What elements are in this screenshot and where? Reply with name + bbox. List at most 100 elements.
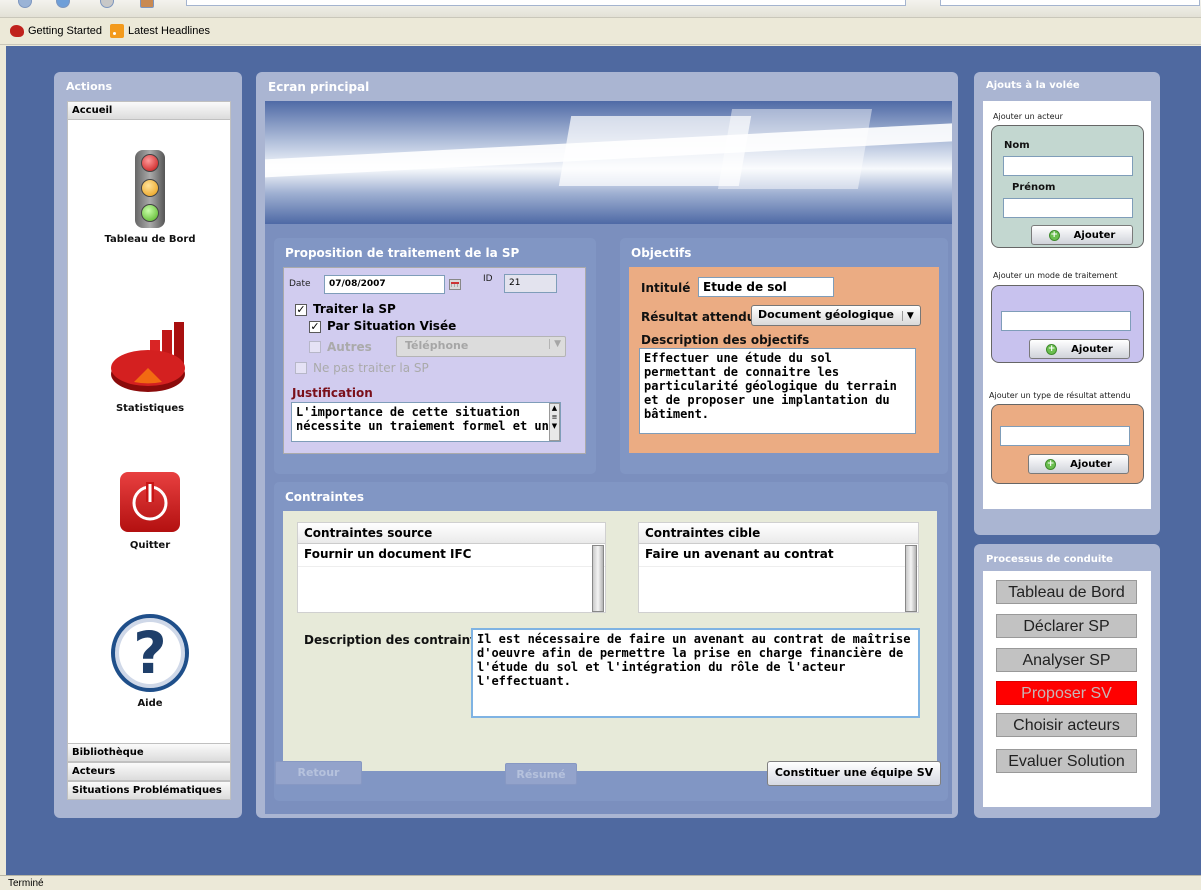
proposition-panel: Proposition de traitement de la SP Date … xyxy=(274,238,596,474)
traiter-checkbox[interactable]: ✓ xyxy=(295,304,307,316)
statistics-chart-icon xyxy=(110,322,190,397)
proposition-body: Date 07/08/2007 ID 21 ✓ Traiter la SP ✓ … xyxy=(283,267,586,454)
accordion-header-bibliotheque[interactable]: Bibliothèque xyxy=(67,743,231,762)
ajouter-label: Ajouter xyxy=(1070,458,1112,470)
ajouter-mode-button[interactable]: + Ajouter xyxy=(1029,339,1130,359)
accordion-header-situations[interactable]: Situations Problématiques xyxy=(67,781,231,800)
step-declarer-sp[interactable]: Déclarer SP xyxy=(996,614,1137,638)
description-contraintes-label: Description des contraintes xyxy=(304,633,492,647)
ne-pas-traiter-checkbox[interactable] xyxy=(295,362,307,374)
plus-icon: + xyxy=(1048,229,1060,241)
back-icon[interactable] xyxy=(18,0,32,8)
ajouter-type-label: Ajouter un type de résultat attendu xyxy=(989,391,1131,400)
help-question-icon: ? xyxy=(111,614,189,692)
ajouts-title: Ajouts à la volée xyxy=(986,80,1080,91)
browser-search-box[interactable] xyxy=(940,0,1200,6)
step-evaluer-solution[interactable]: Evaluer Solution xyxy=(996,749,1137,773)
justification-textarea[interactable]: L'importance de cette situation nécessit… xyxy=(291,402,561,442)
par-situation-label: Par Situation Visée xyxy=(327,319,457,333)
objectifs-body: Intitulé Etude de sol Résultat attendu D… xyxy=(629,267,939,453)
autres-select-value: Téléphone xyxy=(405,339,469,352)
date-field[interactable]: 07/08/2007 xyxy=(324,275,445,294)
nav-statistiques[interactable]: Statistiques xyxy=(68,322,232,414)
justification-label: Justification xyxy=(292,386,373,400)
status-bar: Terminé xyxy=(0,875,1201,890)
contraintes-source-list[interactable]: Contraintes source Fournir un document I… xyxy=(297,522,606,613)
ne-pas-traiter-label: Ne pas traiter la SP xyxy=(313,361,429,375)
bookmarks-toolbar: Getting Started Latest Headlines xyxy=(0,18,1201,45)
nav-label: Statistiques xyxy=(115,403,185,414)
step-tableau-de-bord[interactable]: Tableau de Bord xyxy=(996,580,1137,604)
address-bar[interactable] xyxy=(186,0,906,6)
cible-list-scrollbar[interactable] xyxy=(905,545,917,612)
bookmark-getting-started[interactable]: Getting Started xyxy=(10,25,102,37)
justification-scrollbar[interactable]: ▲ ≡ ▼ xyxy=(549,403,560,441)
resultat-label: Résultat attendu xyxy=(641,310,755,324)
list-header: Contraintes cible xyxy=(639,523,918,544)
ajouts-body: Ajouter un acteur Nom Prénom + Ajouter A… xyxy=(983,101,1151,509)
contraintes-title: Contraintes xyxy=(285,490,365,504)
nav-quitter[interactable]: Quitter xyxy=(68,472,232,551)
actions-title: Actions xyxy=(66,80,112,93)
home-icon[interactable] xyxy=(140,0,154,8)
ajouter-acteur-button[interactable]: + Ajouter xyxy=(1031,225,1133,245)
nom-label: Nom xyxy=(1004,140,1030,151)
list-item[interactable]: Faire un avenant au contrat xyxy=(639,544,918,567)
source-list-scrollbar[interactable] xyxy=(592,545,604,612)
step-choisir-acteurs[interactable]: Choisir acteurs xyxy=(996,713,1137,737)
objectifs-panel: Objectifs Intitulé Etude de sol Résultat… xyxy=(620,238,948,474)
rss-icon xyxy=(110,24,124,38)
contraintes-body: Contraintes source Fournir un document I… xyxy=(283,511,937,771)
step-analyser-sp[interactable]: Analyser SP xyxy=(996,648,1137,672)
autres-label: Autres xyxy=(327,340,372,354)
objectifs-title: Objectifs xyxy=(631,246,692,260)
list-header: Contraintes source xyxy=(298,523,605,544)
par-situation-checkbox[interactable]: ✓ xyxy=(309,321,321,333)
intitule-field[interactable]: Etude de sol xyxy=(698,277,834,297)
acteur-box: Nom Prénom + Ajouter xyxy=(991,125,1144,248)
resume-button[interactable]: Résumé xyxy=(505,763,577,785)
step-proposer-sv[interactable]: Proposer SV xyxy=(996,681,1137,705)
prenom-input[interactable] xyxy=(1003,198,1133,218)
nom-input[interactable] xyxy=(1003,156,1133,176)
nav-aide[interactable]: ? Aide xyxy=(68,614,232,709)
autres-select[interactable]: Téléphone ▼ xyxy=(396,336,566,357)
header-banner-image xyxy=(265,101,952,224)
accordion-header-accueil[interactable]: Accueil xyxy=(67,101,231,120)
intitule-value: Etude de sol xyxy=(703,280,787,294)
mode-input[interactable] xyxy=(1001,311,1131,331)
proposition-title: Proposition de traitement de la SP xyxy=(285,246,520,260)
ajouter-mode-label: Ajouter un mode de traitement xyxy=(993,271,1118,280)
main-title: Ecran principal xyxy=(268,80,370,94)
actions-panel: Actions Accueil Tableau de Bord Statisti… xyxy=(54,72,242,818)
accordion-header-acteurs[interactable]: Acteurs xyxy=(67,762,231,781)
constituer-equipe-button[interactable]: Constituer une équipe SV xyxy=(767,761,941,786)
resultat-select[interactable]: Document géologique ▼ xyxy=(751,305,921,326)
id-label: ID xyxy=(483,274,493,284)
traiter-label: Traiter la SP xyxy=(313,302,396,316)
ajouter-label: Ajouter xyxy=(1071,343,1113,355)
processus-title: Processus de conduite xyxy=(986,554,1113,565)
contraintes-cible-list[interactable]: Contraintes cible Faire un avenant au co… xyxy=(638,522,919,613)
reload-icon[interactable] xyxy=(100,0,114,8)
ajouter-type-button[interactable]: + Ajouter xyxy=(1028,454,1129,474)
calendar-icon[interactable] xyxy=(449,279,461,290)
description-contraintes-textarea[interactable]: Il est nécessaire de faire un avenant au… xyxy=(471,628,920,718)
retour-button[interactable]: Retour xyxy=(275,761,362,785)
description-objectifs-textarea[interactable]: Effectuer une étude du sol permettant de… xyxy=(639,348,916,434)
autres-checkbox[interactable] xyxy=(309,341,321,353)
mode-box: + Ajouter xyxy=(991,285,1144,363)
nav-tableau-de-bord[interactable]: Tableau de Bord xyxy=(68,150,232,245)
bookmark-latest-headlines[interactable]: Latest Headlines xyxy=(110,24,210,38)
list-item[interactable]: Fournir un document IFC xyxy=(298,544,605,567)
processus-panel: Processus de conduite Tableau de Bord Dé… xyxy=(974,544,1160,818)
bookmark-label: Latest Headlines xyxy=(128,25,210,37)
traffic-light-icon xyxy=(135,150,165,228)
type-input[interactable] xyxy=(1000,426,1130,446)
nav-label: Quitter xyxy=(129,540,171,551)
ajouter-acteur-label: Ajouter un acteur xyxy=(993,112,1063,121)
forward-icon[interactable] xyxy=(56,0,70,8)
type-box: + Ajouter xyxy=(991,404,1144,484)
browser-toolbar-strip xyxy=(0,0,1201,18)
contraintes-panel: Contraintes Contraintes source Fournir u… xyxy=(274,482,948,801)
